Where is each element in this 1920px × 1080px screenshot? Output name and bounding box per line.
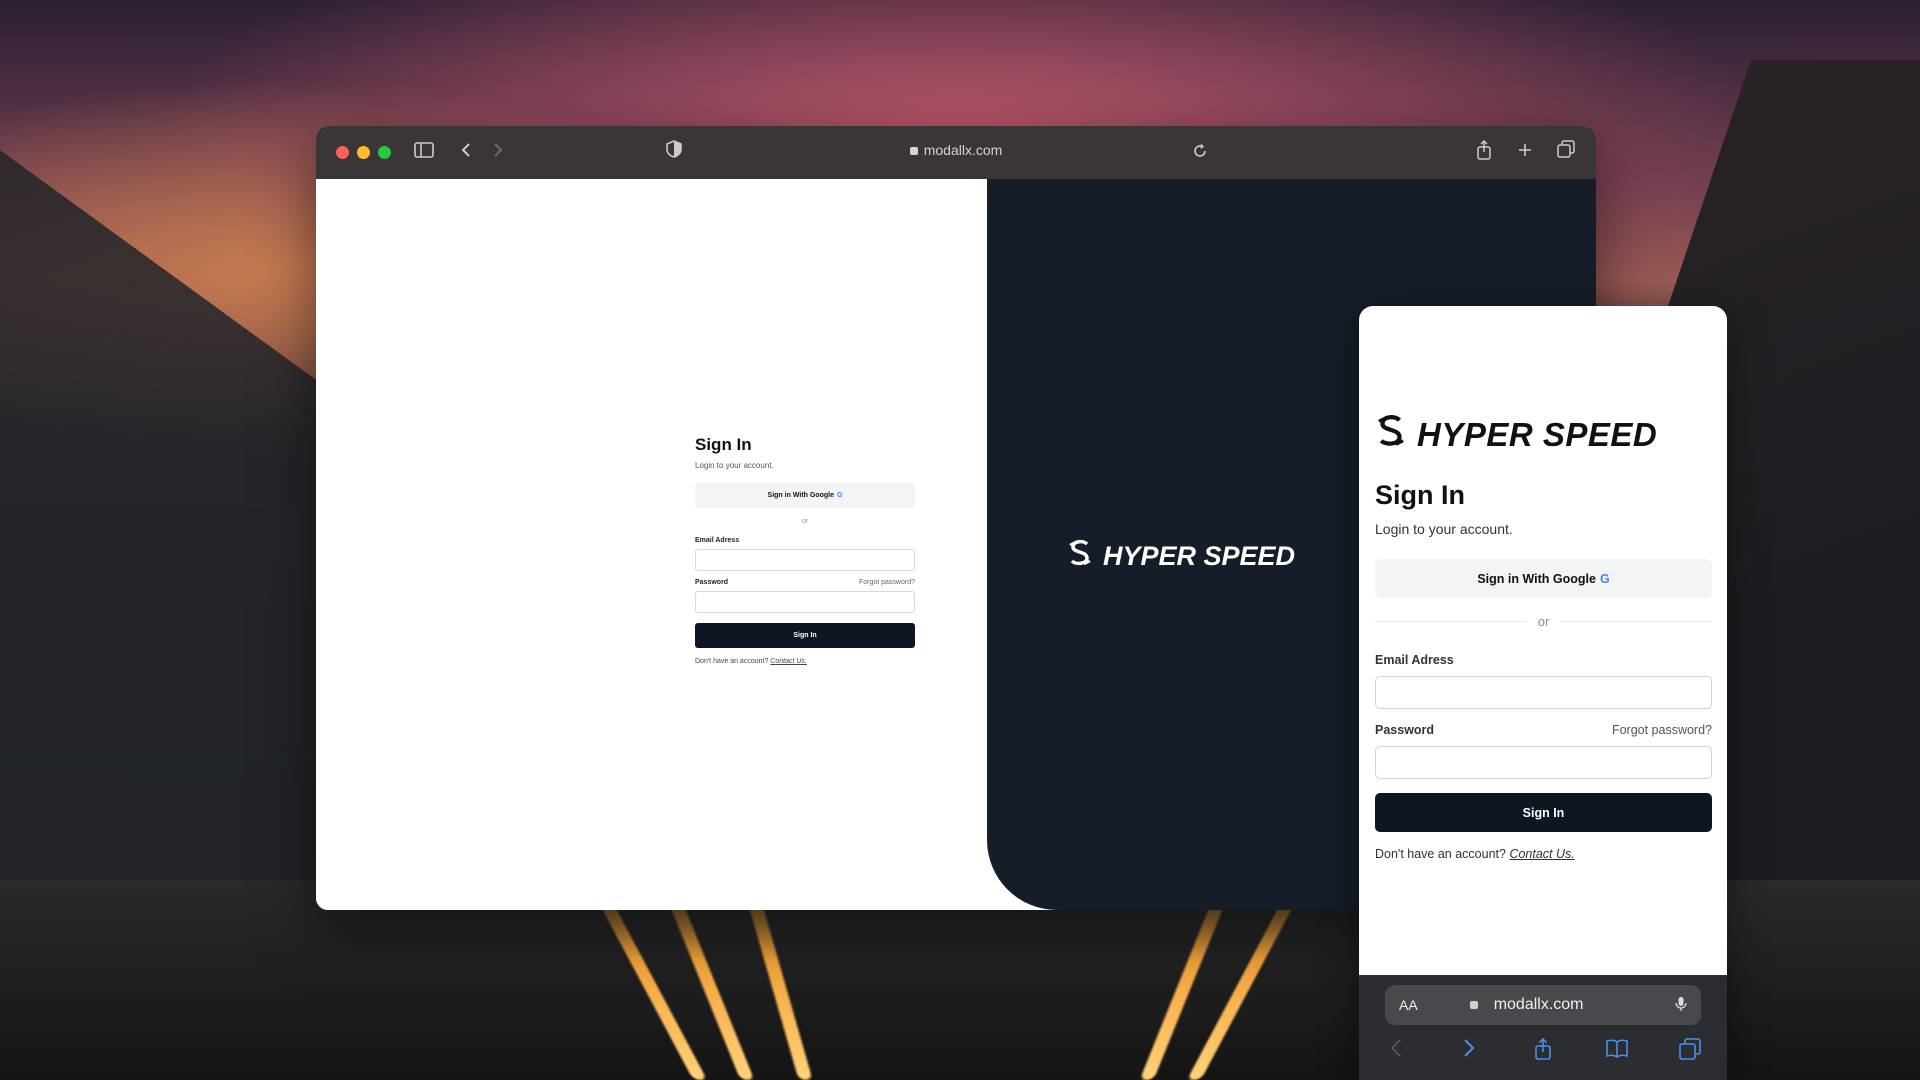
google-sign-in-button[interactable]: Sign in With Google G [695,483,915,508]
mobile-email-label-row: Email Adress [1375,653,1712,667]
mobile-nav-bar [1359,1037,1727,1066]
divider-line [1375,621,1526,622]
mobile-divider-or: or [1375,614,1712,629]
chevron-right-icon[interactable] [1454,1038,1484,1066]
mobile-or-text: or [1537,614,1550,629]
tabs-icon[interactable] [1554,140,1578,164]
mobile-sign-in-button[interactable]: Sign In [1375,793,1712,832]
plus-icon[interactable] [1513,140,1537,164]
mobile-address-url: modallx.com [1493,996,1584,1013]
divider-line [1561,621,1712,622]
share-icon[interactable] [1528,1037,1558,1066]
page-title: Sign In [695,435,752,454]
reload-icon[interactable] [1188,140,1212,164]
address-bar-url: modallx.com [923,142,1003,158]
brand-logo: HYPER SPEED [1067,539,1295,574]
google-icon: G [836,492,843,499]
mobile-google-sign-in-button[interactable]: Sign in With Google G [1375,559,1712,598]
contact-us-link[interactable]: Contact Us. [770,658,807,665]
safari-toolbar: modallx.com [316,126,1596,179]
brand-mark-icon [1375,414,1407,456]
lock-icon [909,147,918,155]
mobile-no-account-text: Don't have an account? [1375,847,1506,861]
mobile-address-bar[interactable]: AA modallx.com [1385,985,1701,1025]
address-bar[interactable]: modallx.com [316,142,1596,158]
text-size-button[interactable]: AA [1399,997,1418,1013]
light-streak [1139,880,1235,1080]
mobile-page-subtitle: Login to your account. [1375,521,1513,537]
share-icon[interactable] [1472,139,1496,166]
email-label: Email Adress [695,537,740,544]
mobile-forgot-password-link[interactable]: Forgot password? [1612,723,1712,737]
mobile-browser: HYPER SPEED Sign In Login to your accoun… [1359,306,1727,1080]
mobile-page-title: Sign In [1375,480,1465,510]
light-streak [659,880,755,1080]
mobile-footer-text: Don't have an account? Contact Us. [1375,847,1712,861]
email-label-row: Email Adress [695,537,915,544]
bookmarks-icon[interactable] [1602,1038,1632,1066]
google-icon: G [1599,571,1610,586]
sign-in-pane: Sign In Login to your account. Sign in W… [316,179,987,910]
lock-icon [1469,1001,1478,1009]
no-account-text: Don't have an account? [695,658,769,665]
password-label: Password [695,579,729,586]
google-sign-in-label: Sign in With Google [767,492,834,499]
mobile-password-field[interactable] [1375,746,1712,779]
mobile-email-field[interactable] [1375,676,1712,709]
mobile-sign-in-form: HYPER SPEED Sign In Login to your accoun… [1375,414,1712,861]
sign-in-form: Sign In Login to your account. Sign in W… [695,435,915,665]
mobile-password-label-row: Password Forgot password? [1375,723,1712,737]
light-streak [586,880,708,1080]
mobile-contact-us-link[interactable]: Contact Us. [1509,847,1574,861]
light-streak [741,880,813,1080]
background-mountain-left [0,150,330,990]
page-subtitle: Login to your account. [695,461,774,470]
divider-or: or [801,518,809,525]
email-field[interactable] [695,549,915,571]
chevron-left-icon[interactable] [1381,1038,1411,1066]
mobile-google-sign-in-label: Sign in With Google [1477,571,1596,586]
mobile-password-label: Password [1375,723,1435,737]
footer-text: Don't have an account? Contact Us. [695,658,915,665]
mobile-email-label: Email Adress [1375,653,1454,667]
password-label-row: Password Forgot password? [695,579,915,586]
mobile-safari-bar: AA modallx.com [1359,975,1727,1080]
forgot-password-link[interactable]: Forgot password? [859,579,915,586]
tabs-icon[interactable] [1675,1038,1705,1066]
mobile-brand-name: HYPER SPEED [1417,416,1658,453]
sign-in-button[interactable]: Sign In [695,623,915,648]
password-field[interactable] [695,591,915,613]
light-streak [1186,880,1308,1080]
microphone-icon[interactable] [1675,996,1687,1015]
mobile-brand-logo: HYPER SPEED [1375,414,1712,456]
brand-name: HYPER SPEED [1103,541,1296,571]
brand-mark-icon [1067,539,1093,574]
